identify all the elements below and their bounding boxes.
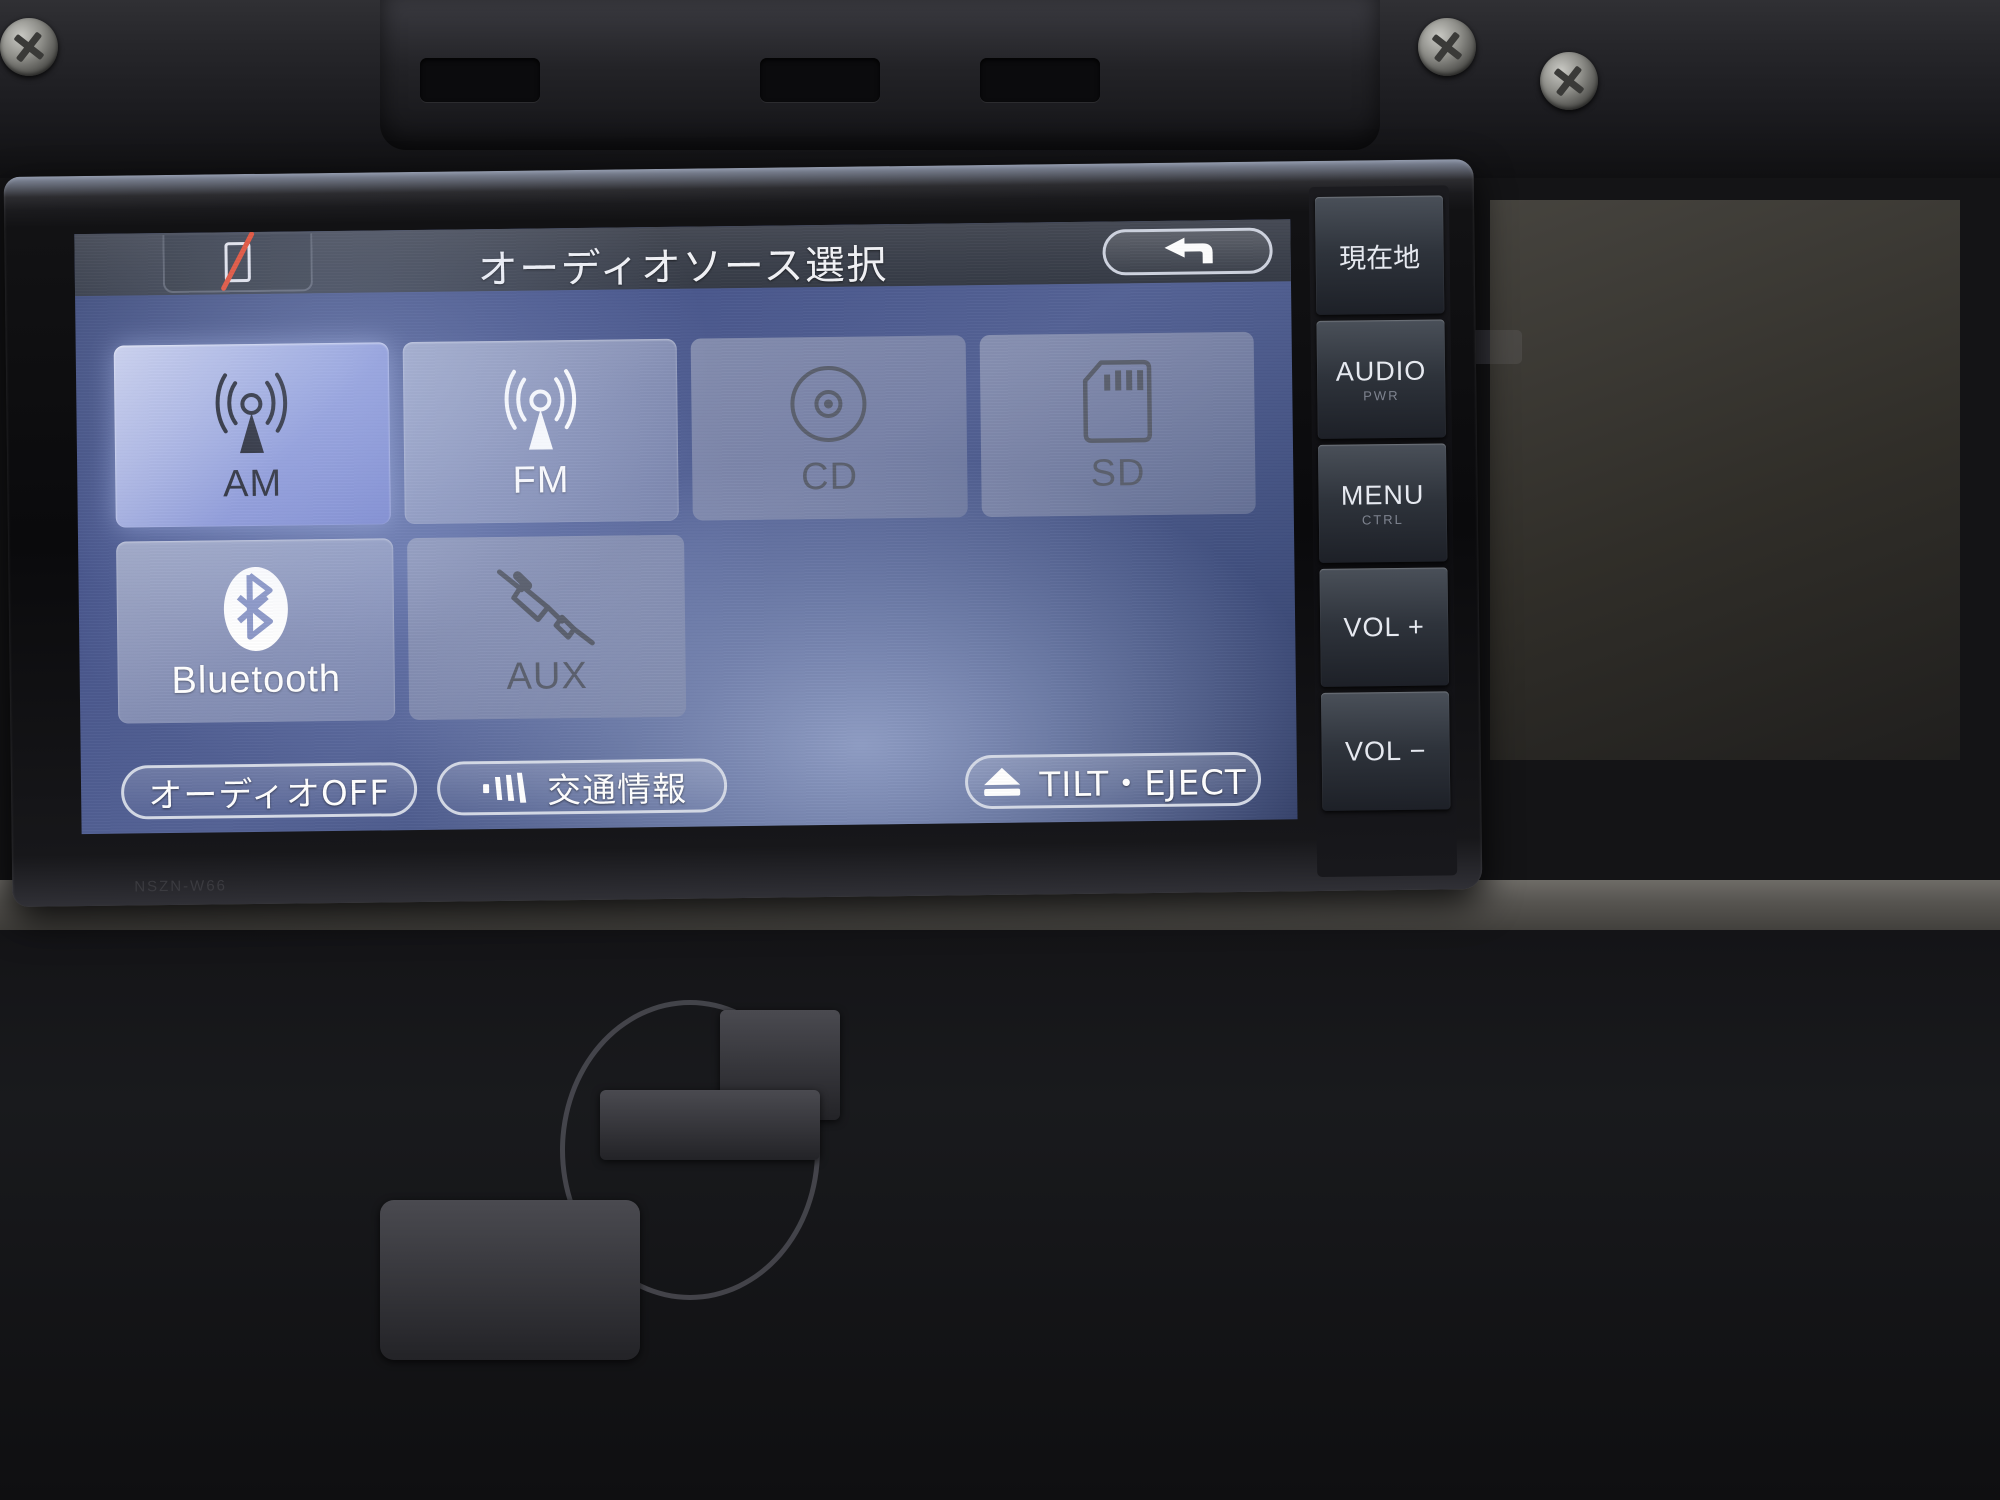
dash-screw — [1418, 18, 1476, 76]
dash-metal-panel — [1490, 200, 1960, 760]
dashboard-lower-cavity — [0, 930, 2000, 1500]
hw-button-label: 現在地 — [1339, 242, 1421, 275]
source-tile-aux[interactable]: AUX — [407, 534, 687, 721]
tilt-eject-label: TILT・EJECT — [1039, 762, 1247, 805]
audio-off-button[interactable]: オーディオOFF — [120, 762, 418, 820]
source-row: AM FM CD SD — [113, 331, 1256, 528]
hw-button-audio[interactable]: AUDIO PWR — [1316, 319, 1446, 439]
dash-vent-slot — [980, 58, 1100, 102]
hw-button-label: MENU — [1340, 479, 1425, 511]
audio-source-grid: AM FM CD SD Bluetooth AUX — [113, 331, 1259, 738]
hw-button-label: VOL − — [1344, 735, 1427, 767]
signal-waves-icon — [483, 772, 527, 803]
tilt-eject-button[interactable]: TILT・EJECT — [964, 751, 1262, 810]
hw-button-volume-down[interactable]: VOL − — [1320, 691, 1451, 811]
source-label: SD — [1090, 451, 1146, 495]
source-label: CD — [800, 455, 859, 498]
dash-vent-slot — [760, 58, 880, 102]
source-label: AUX — [506, 654, 589, 698]
hardware-button-column: 現在地 AUDIO PWR MENU CTRL VOL + VOL − — [1308, 185, 1458, 878]
dash-screw — [1540, 52, 1598, 110]
screen-bottom-bar: オーディオOFF 交通情報 TILT・EJECT — [81, 733, 1298, 834]
source-label: Bluetooth — [171, 657, 342, 702]
source-row: Bluetooth AUX — [116, 528, 1258, 724]
compact-disc-icon — [780, 357, 877, 454]
audio-off-label: オーディオOFF — [148, 772, 391, 816]
hw-button-menu[interactable]: MENU CTRL — [1317, 443, 1448, 563]
dash-screw — [0, 18, 58, 76]
hw-button-sublabel: CTRL — [1361, 511, 1404, 527]
head-unit-bezel: NSZN-W66 オーディオソース選択 AM FM CD SD Bluetoot… — [3, 159, 1483, 907]
radio-antenna-icon — [486, 360, 595, 457]
hw-button-volume-up[interactable]: VOL + — [1319, 567, 1449, 687]
source-label: FM — [512, 458, 570, 502]
source-label: AM — [222, 462, 283, 505]
screen-title-bar: オーディオソース選択 — [74, 219, 1291, 297]
source-tile-sd[interactable]: SD — [979, 331, 1256, 518]
hw-button-sublabel: PWR — [1363, 387, 1400, 403]
back-button[interactable] — [1102, 227, 1273, 276]
source-tile-am[interactable]: AM — [113, 342, 391, 528]
bluetooth-icon — [216, 560, 295, 657]
connector-plug — [600, 1090, 820, 1160]
source-tile-fm[interactable]: FM — [402, 338, 679, 525]
dash-vent-slot — [420, 58, 540, 102]
hw-button-label: AUDIO — [1335, 355, 1427, 387]
hw-button-current-location[interactable]: 現在地 — [1314, 195, 1445, 315]
unit-model-label: NSZN-W66 — [134, 877, 228, 896]
hw-button-label: VOL + — [1343, 611, 1426, 643]
lcd-screen: オーディオソース選択 AM FM CD SD Bluetooth AUX オーデ… — [74, 219, 1298, 835]
aux-plug-icon — [487, 556, 606, 653]
radio-antenna-icon — [197, 364, 306, 461]
traffic-info-label: 交通情報 — [546, 769, 688, 811]
source-tile-cd[interactable]: CD — [690, 335, 968, 521]
back-arrow-icon — [1164, 237, 1213, 264]
eject-icon — [984, 767, 1021, 797]
sd-card-icon — [1077, 353, 1158, 450]
dashboard-photo: NSZN-W66 オーディオソース選択 AM FM CD SD Bluetoot… — [0, 0, 2000, 1500]
source-tile-bluetooth[interactable]: Bluetooth — [116, 538, 396, 724]
connector-plug — [380, 1200, 640, 1360]
traffic-info-button[interactable]: 交通情報 — [436, 758, 728, 816]
